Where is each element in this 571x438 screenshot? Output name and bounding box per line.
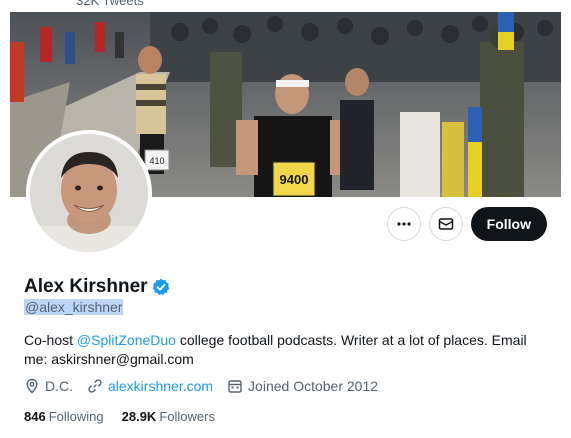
name-row: Alex Kirshner — [24, 276, 170, 298]
envelope-icon — [438, 218, 453, 230]
banner-bib-number: 9400 — [280, 172, 309, 187]
profile-bio: Co-host @SplitZoneDuo college football p… — [24, 331, 544, 369]
following-label: Following — [48, 409, 104, 424]
display-name: Alex Kirshner — [24, 276, 148, 297]
tweet-count: 32K Tweets — [76, 0, 144, 8]
followers-count: 28.9K — [121, 409, 157, 424]
location-pin-icon — [26, 378, 38, 394]
more-button[interactable] — [386, 207, 421, 241]
more-dots-icon — [397, 222, 411, 226]
profile-actions: Follow — [386, 207, 547, 241]
calendar-icon — [228, 380, 242, 393]
banner-small-bib: 410 — [149, 156, 164, 166]
location-text: D.C. — [45, 378, 73, 394]
website-link[interactable]: alexkirshner.com — [108, 378, 213, 394]
location: D.C. — [24, 378, 73, 394]
profile-meta: D.C. alexkirshner.com Joined October 201… — [24, 378, 378, 394]
message-button[interactable] — [428, 207, 463, 241]
follow-button[interactable]: Follow — [470, 207, 547, 241]
user-handle: @alex_kirshner — [24, 299, 124, 315]
verified-badge-icon[interactable] — [152, 278, 170, 296]
website: alexkirshner.com — [87, 378, 213, 394]
followers-label: Followers — [159, 409, 215, 424]
following-count: 846 — [24, 409, 46, 424]
followers-link[interactable]: 28.9K Followers — [122, 409, 215, 424]
avatar[interactable] — [26, 130, 152, 256]
avatar-photo — [30, 134, 148, 252]
join-date: Joined October 2012 — [227, 378, 378, 394]
follow-stats: 846 Following 28.9K Followers — [24, 409, 215, 424]
link-icon — [88, 379, 102, 393]
top-strip: 32K Tweets — [0, 0, 571, 12]
join-date-text: Joined October 2012 — [248, 378, 379, 394]
following-link[interactable]: 846 Following — [24, 409, 104, 424]
bio-text-prefix: Co-host — [24, 332, 77, 348]
bio-mention-link[interactable]: @SplitZoneDuo — [77, 332, 176, 348]
